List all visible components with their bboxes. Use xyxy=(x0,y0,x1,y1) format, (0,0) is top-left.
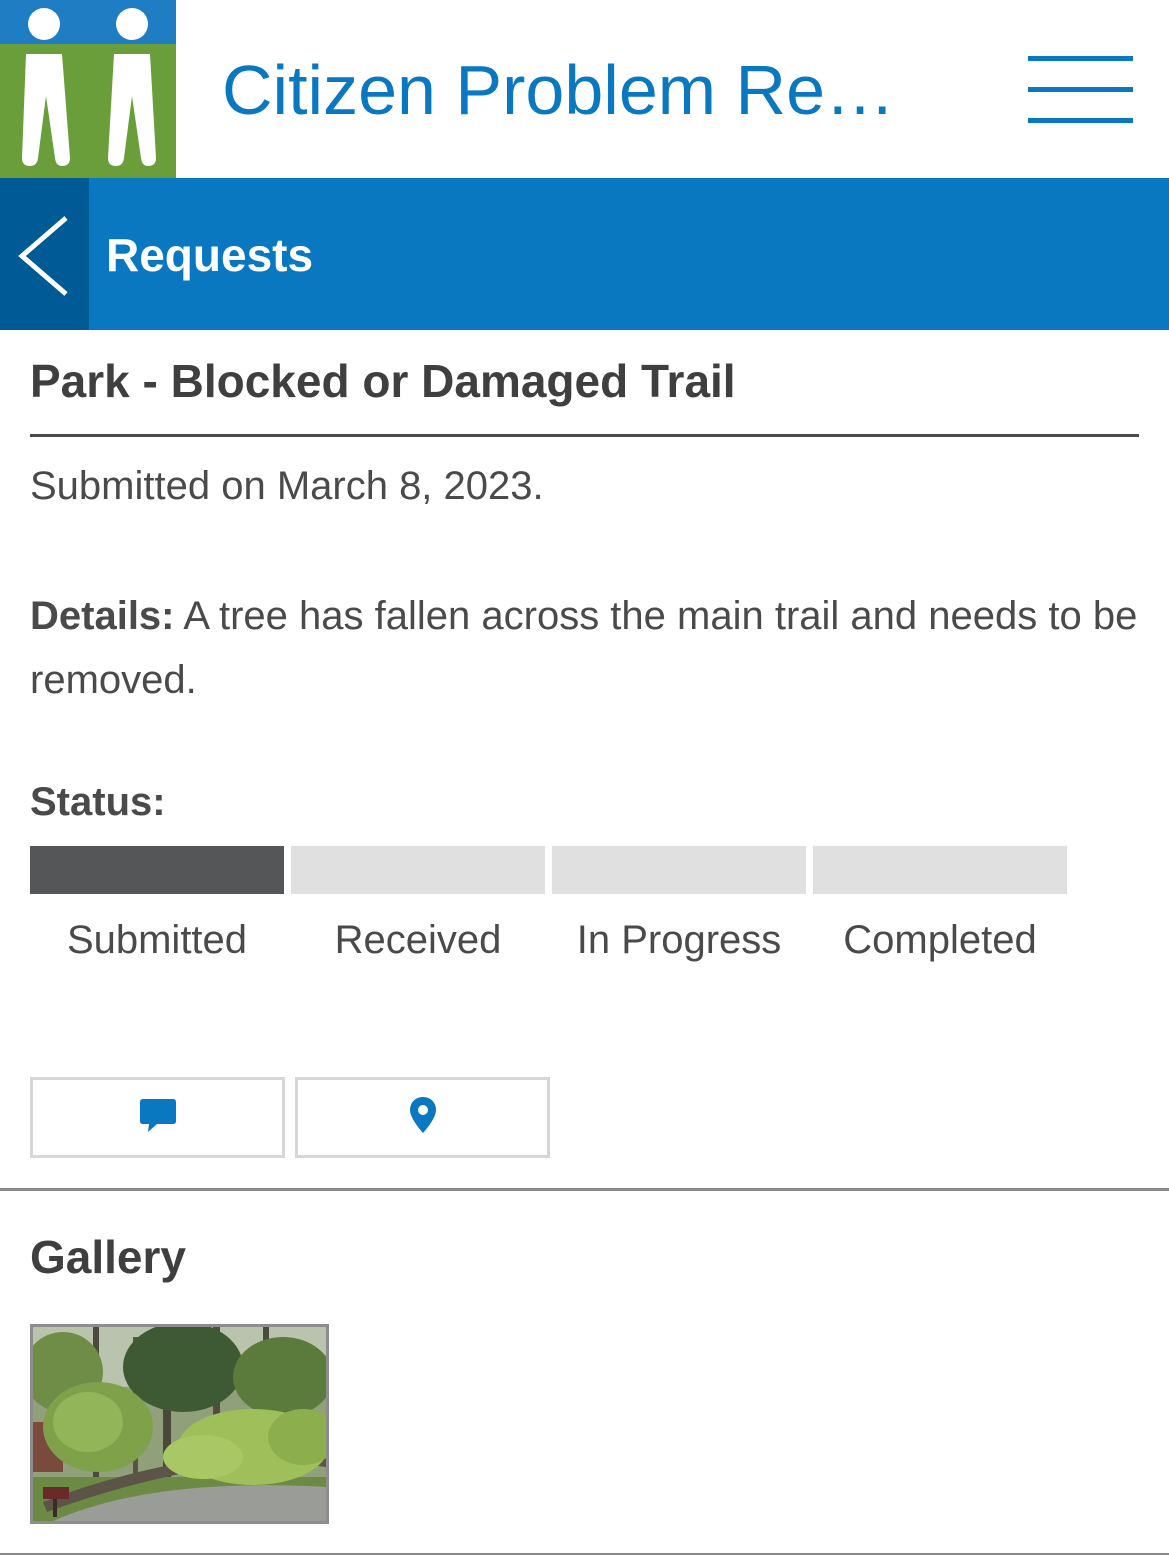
page-title: Requests xyxy=(106,229,314,281)
status-step-bar xyxy=(552,846,806,894)
hamburger-menu-icon[interactable] xyxy=(1024,52,1136,128)
app-title: Citizen Problem Re… xyxy=(222,51,895,129)
status-step-label: Completed xyxy=(843,918,1037,962)
status-step-bar xyxy=(813,846,1067,894)
people-logo xyxy=(0,0,176,178)
request-details: Details: A tree has fallen across the ma… xyxy=(30,584,1145,712)
status-step-bar xyxy=(291,846,545,894)
section-divider xyxy=(0,1188,1169,1191)
details-label: Details: xyxy=(30,594,175,638)
status-step-label: Submitted xyxy=(66,918,248,962)
gallery-heading: Gallery xyxy=(30,1231,186,1283)
status-step-label: In Progress xyxy=(576,918,782,962)
app-header: Citizen Problem Re… xyxy=(0,0,1169,178)
map-pin-icon xyxy=(410,1097,436,1133)
submitted-date: Submitted on March 8, 2023. xyxy=(30,464,544,508)
details-text: A tree has fallen across the main trail … xyxy=(30,594,1138,702)
back-button[interactable] xyxy=(0,178,89,330)
chevron-left-icon xyxy=(18,216,68,296)
fallen-tree-photo[interactable] xyxy=(30,1324,329,1524)
status-step-bar xyxy=(30,846,284,894)
title-divider xyxy=(30,434,1139,437)
request-title: Park - Blocked or Damaged Trail xyxy=(30,355,736,407)
comment-button[interactable] xyxy=(30,1077,285,1158)
nav-bar: Requests xyxy=(0,178,1169,330)
location-button[interactable] xyxy=(295,1077,550,1158)
comment-icon xyxy=(140,1099,176,1132)
status-step-label: Received xyxy=(334,918,502,962)
status-label: Status: xyxy=(30,780,166,824)
